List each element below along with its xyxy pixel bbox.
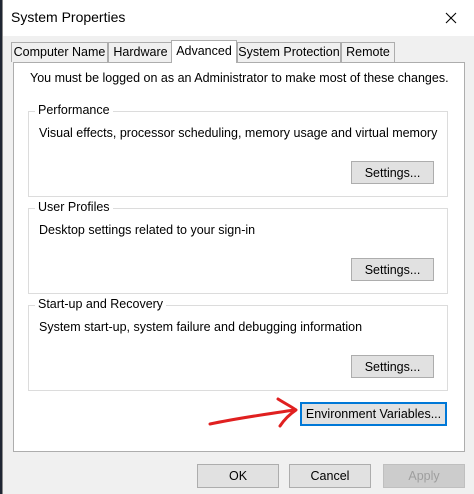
system-properties-window: System Properties Computer Name Hardware… [2, 0, 474, 494]
tab-system-protection[interactable]: System Protection [237, 42, 341, 62]
window-title: System Properties [11, 9, 126, 25]
startup-recovery-settings-button[interactable]: Settings... [351, 355, 434, 378]
startup-recovery-description: System start-up, system failure and debu… [39, 320, 363, 334]
performance-settings-button[interactable]: Settings... [351, 161, 434, 184]
user-profiles-description: Desktop settings related to your sign-in [39, 223, 256, 237]
user-profiles-title: User Profiles [35, 200, 113, 214]
cancel-button[interactable]: Cancel [289, 464, 371, 488]
apply-button[interactable]: Apply [383, 464, 465, 488]
user-profiles-settings-button[interactable]: Settings... [351, 258, 434, 281]
admin-notice: You must be logged on as an Administrato… [30, 71, 449, 85]
environment-variables-button[interactable]: Environment Variables... [300, 402, 447, 426]
startup-recovery-group: Start-up and Recovery System start-up, s… [28, 297, 448, 391]
advanced-tab-panel: You must be logged on as an Administrato… [13, 62, 465, 452]
performance-title: Performance [35, 103, 113, 117]
performance-group: Performance Visual effects, processor sc… [28, 103, 448, 197]
user-profiles-group: User Profiles Desktop settings related t… [28, 200, 448, 294]
title-bar: System Properties [3, 0, 474, 36]
close-icon [445, 12, 457, 24]
startup-recovery-title: Start-up and Recovery [35, 297, 167, 311]
tab-advanced[interactable]: Advanced [171, 40, 237, 63]
tab-computer-name[interactable]: Computer Name [11, 42, 108, 62]
ok-button[interactable]: OK [197, 464, 279, 488]
tab-remote[interactable]: Remote [341, 42, 395, 62]
performance-description: Visual effects, processor scheduling, me… [39, 126, 438, 140]
red-arrow-annotation [208, 397, 298, 428]
close-button[interactable] [428, 0, 474, 36]
tab-hardware[interactable]: Hardware [108, 42, 173, 62]
